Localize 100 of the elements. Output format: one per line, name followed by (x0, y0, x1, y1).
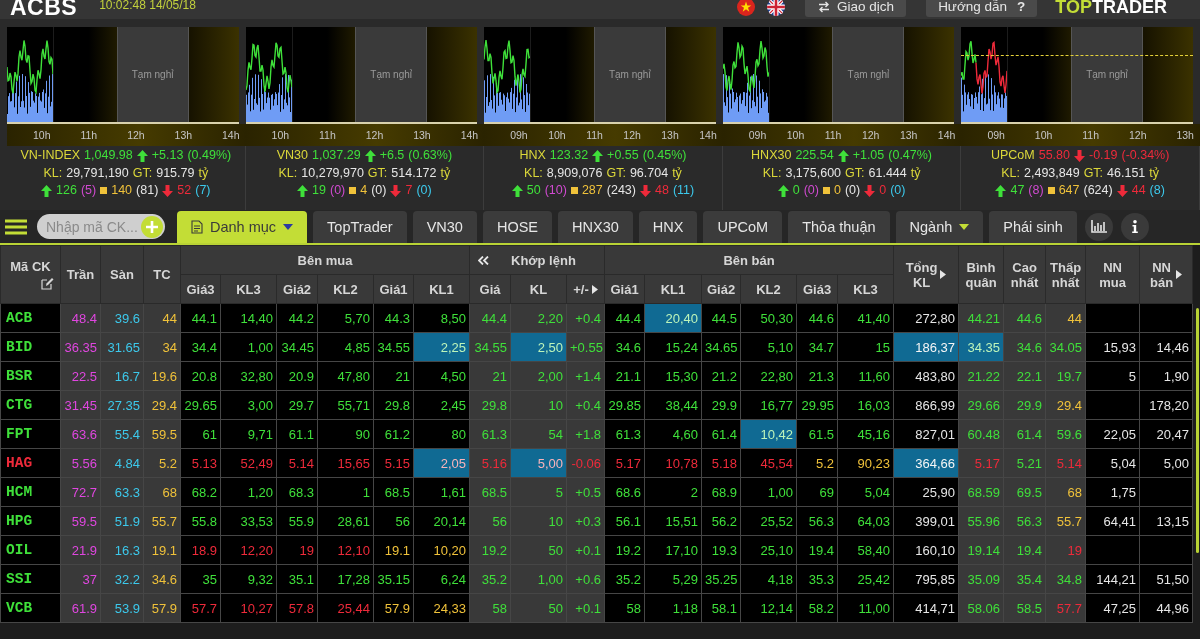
axis-label: 13h (413, 129, 431, 141)
edit-icon[interactable] (41, 277, 54, 290)
search-field[interactable]: Nhập mã CK... (37, 214, 165, 239)
up-arrow-icon (837, 149, 849, 162)
pause-label: Tạm nghỉ (370, 69, 413, 80)
tab[interactable]: HNX30 (558, 211, 633, 243)
triangle-icon[interactable] (591, 284, 598, 294)
unchanged-count: 647 (1058, 182, 1080, 199)
table-cell: 12,10 (317, 535, 374, 565)
table-cell: 1,61 (413, 477, 470, 507)
triangle-icon[interactable] (1176, 270, 1183, 279)
table-cell: 10,20 (413, 535, 470, 565)
down-arrow-icon (1116, 184, 1128, 197)
unchanged-count: 140 (111, 182, 133, 199)
symbol-cell[interactable]: VCB (0, 593, 61, 623)
square-icon (1047, 187, 1055, 195)
table-cell: 47,25 (1085, 593, 1140, 623)
table-cell: 11,00 (837, 593, 894, 623)
percent-change: (0.47%) (888, 147, 933, 164)
trade-button[interactable]: Giao dịch (805, 0, 907, 17)
advances-count: 19 (312, 182, 326, 199)
column-label: Giá (479, 281, 501, 297)
unchanged-count: 4 (360, 182, 368, 199)
table-cell: 186,37 (893, 332, 959, 362)
tab[interactable]: Thỏa thuận (788, 211, 890, 243)
turnover-label: GT: (132, 164, 153, 182)
tab[interactable]: Ngành (895, 211, 984, 243)
table-cell: 1 (317, 477, 374, 507)
tab[interactable]: Danh mục (177, 211, 308, 243)
unit-label: tỷ (672, 164, 682, 182)
column-label: Sàn (110, 267, 134, 282)
table-cell: 9,71 (220, 419, 277, 449)
caret-down-icon (283, 224, 294, 230)
symbol-cell[interactable]: FPT (0, 419, 61, 449)
scrollbar-thumb[interactable] (1196, 308, 1200, 553)
tab[interactable]: HNX (638, 211, 698, 243)
tab[interactable]: TopTrader (313, 211, 407, 243)
symbol-cell[interactable]: BSR (0, 361, 61, 391)
up-arrow-icon (41, 184, 53, 197)
axis-label: 11h (80, 129, 98, 141)
axis-label: 11h (586, 129, 603, 141)
tab[interactable]: HOSE (482, 211, 553, 243)
menu-icon[interactable] (5, 218, 27, 235)
floor-count: (8) (1149, 182, 1165, 199)
percent-change: (-0.34%) (1121, 147, 1170, 164)
axis-label: 09h (748, 129, 767, 141)
symbol-cell[interactable]: OIL (0, 535, 61, 565)
ceiling-count: (0) (329, 182, 346, 199)
symbol-cell[interactable]: HCM (0, 477, 61, 507)
unchanged-note: (0) (371, 182, 387, 199)
tab[interactable]: Phái sinh (989, 211, 1077, 243)
column-label: Thấp nhất (1050, 259, 1082, 290)
change-value: -0.19 (1088, 147, 1118, 164)
table-cell: 399,01 (893, 506, 959, 536)
floor-count: (0) (890, 182, 906, 199)
triangle-icon[interactable] (940, 270, 947, 279)
table-cell: 1,20 (220, 477, 277, 507)
up-arrow-icon (364, 149, 376, 162)
unchanged-note: (243) (606, 182, 636, 199)
table-cell: 25,90 (893, 477, 959, 507)
symbol-cell[interactable]: ACB (0, 303, 61, 333)
column-label: Giá3 (802, 281, 832, 297)
index-name: UPCoM (990, 147, 1035, 164)
square-icon (822, 187, 830, 195)
table-cell: 795,85 (893, 564, 959, 594)
tab[interactable]: UPCoM (703, 211, 783, 243)
table-cell: 41,40 (837, 303, 894, 333)
vietnam-flag-icon[interactable] (737, 0, 756, 16)
volume-value: 8,909,076 (546, 164, 603, 182)
column-label: NN bán (1150, 259, 1174, 290)
info-button[interactable] (1120, 212, 1149, 241)
axis-label: 13h (661, 129, 679, 141)
uk-flag-icon[interactable] (767, 0, 786, 16)
table-cell: 5,10 (740, 332, 797, 362)
symbol-cell[interactable]: HAG (0, 448, 61, 478)
turnover-value: 96.704 (629, 164, 669, 182)
add-button[interactable] (141, 215, 163, 238)
axis-label: 14h (460, 129, 479, 141)
symbol-cell[interactable]: SSI (0, 564, 61, 594)
up-arrow-icon (136, 149, 148, 162)
double-chevron-icon[interactable] (478, 255, 489, 265)
declines-count: 44 (1131, 182, 1146, 199)
table-cell: 414,71 (893, 593, 959, 623)
symbol-cell[interactable]: CTG (0, 390, 61, 420)
chart-button[interactable] (1084, 212, 1113, 241)
percent-change: (0.49%) (187, 147, 232, 164)
symbol-cell[interactable]: HPG (0, 506, 61, 536)
table-cell: 58,40 (837, 535, 894, 565)
volume-value: 3,175,600 (785, 164, 842, 182)
tab[interactable]: VN30 (412, 211, 477, 243)
help-button[interactable]: Hướng dẫn ? (926, 0, 1038, 17)
table-cell: 10 (510, 390, 567, 420)
table-cell: 5,00 (510, 448, 567, 478)
table-cell: 9,32 (220, 564, 277, 594)
change-value: +1.05 (852, 147, 885, 164)
axis-label: 12h (1128, 129, 1147, 141)
turnover-value: 61.444 (868, 164, 907, 182)
table-cell: 827,01 (893, 419, 959, 449)
symbol-cell[interactable]: BID (0, 332, 61, 362)
table-cell: 25,44 (317, 593, 374, 623)
